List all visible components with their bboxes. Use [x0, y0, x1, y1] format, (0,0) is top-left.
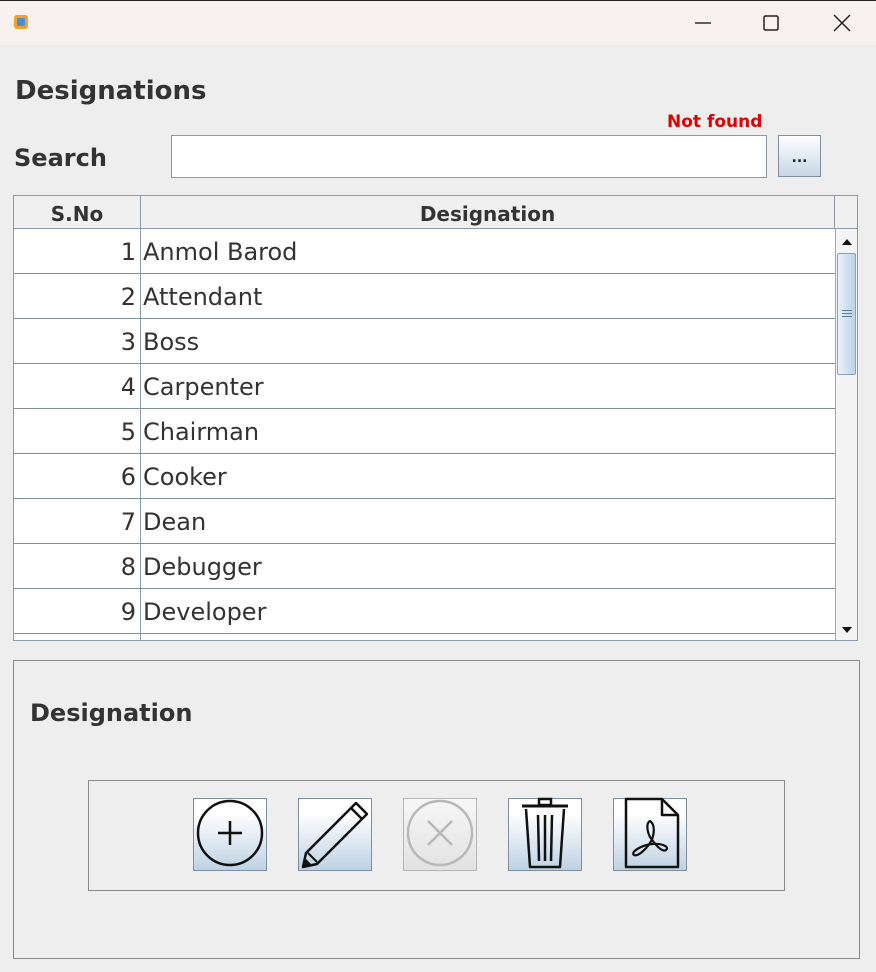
search-label: Search — [14, 144, 107, 172]
row-sno — [14, 634, 136, 640]
row-designation: Chairman — [143, 418, 260, 446]
arrow-down-icon — [841, 619, 853, 638]
row-sno: 8 — [120, 553, 136, 581]
row-sno: 6 — [120, 463, 136, 491]
page-title: Designations — [15, 76, 207, 106]
designation-form-label: Designation — [30, 699, 193, 727]
row-designation — [143, 634, 823, 640]
app-icon — [13, 14, 29, 30]
table-row[interactable]: 2 Attendant — [14, 274, 835, 319]
table-row[interactable]: 7 Dean — [14, 499, 835, 544]
minimize-icon — [694, 14, 712, 32]
arrow-up-icon — [841, 231, 853, 250]
table-header: S.No Designation — [14, 196, 857, 229]
table-row[interactable]: 3 Boss — [14, 319, 835, 364]
row-designation: Boss — [143, 328, 200, 356]
row-designation: Debugger — [143, 553, 262, 581]
row-sno: 4 — [120, 373, 136, 401]
browse-button[interactable]: ... — [778, 135, 821, 177]
scroll-thumb[interactable] — [837, 253, 856, 375]
row-designation: Cooker — [143, 463, 227, 491]
designations-table: S.No Designation 1 Anmol Barod 2 Attenda… — [13, 195, 858, 641]
table-body: 1 Anmol Barod 2 Attendant 3 Boss 4 Carpe… — [14, 229, 835, 640]
row-designation: Carpenter — [143, 373, 264, 401]
row-sno: 7 — [120, 508, 136, 536]
edit-button[interactable] — [298, 798, 372, 871]
delete-button[interactable] — [508, 797, 582, 873]
table-row[interactable] — [14, 634, 835, 640]
column-header-sno[interactable]: S.No — [14, 196, 141, 228]
close-button[interactable] — [822, 9, 862, 37]
table-row[interactable]: 6 Cooker — [14, 454, 835, 499]
table-header-corner — [835, 196, 857, 228]
close-icon — [833, 14, 851, 32]
table-row[interactable]: 1 Anmol Barod — [14, 229, 835, 274]
add-button[interactable] — [193, 798, 267, 871]
row-sno: 9 — [120, 598, 136, 626]
row-sno: 1 — [120, 238, 136, 266]
table-row[interactable]: 9 Developer — [14, 589, 835, 634]
row-designation: Anmol Barod — [143, 238, 298, 266]
cancel-circle-icon — [404, 797, 476, 873]
grip-icon — [842, 310, 852, 319]
row-sno: 3 — [120, 328, 136, 356]
add-circle-icon — [194, 797, 266, 873]
row-designation: Developer — [143, 598, 267, 626]
search-input[interactable] — [171, 135, 767, 178]
column-header-designation[interactable]: Designation — [141, 196, 835, 228]
pdf-icon — [614, 797, 686, 873]
window-titlebar — [0, 0, 876, 45]
maximize-icon — [762, 14, 780, 32]
trash-icon — [509, 797, 581, 873]
table-row[interactable]: 8 Debugger — [14, 544, 835, 589]
row-designation: Dean — [143, 508, 207, 536]
maximize-button[interactable] — [751, 9, 791, 37]
pencil-icon — [299, 797, 371, 873]
row-sno: 5 — [120, 418, 136, 446]
scroll-down-button[interactable] — [836, 618, 857, 638]
table-row[interactable]: 4 Carpenter — [14, 364, 835, 409]
row-designation: Attendant — [143, 283, 263, 311]
minimize-button[interactable] — [683, 9, 723, 37]
export-pdf-button[interactable] — [613, 797, 687, 873]
table-vertical-scrollbar[interactable] — [835, 229, 857, 640]
cancel-button[interactable] — [403, 798, 477, 871]
table-row[interactable]: 5 Chairman — [14, 409, 835, 454]
row-sno: 2 — [120, 283, 136, 311]
search-status-label: Not found — [667, 112, 763, 132]
scroll-up-button[interactable] — [836, 230, 857, 250]
